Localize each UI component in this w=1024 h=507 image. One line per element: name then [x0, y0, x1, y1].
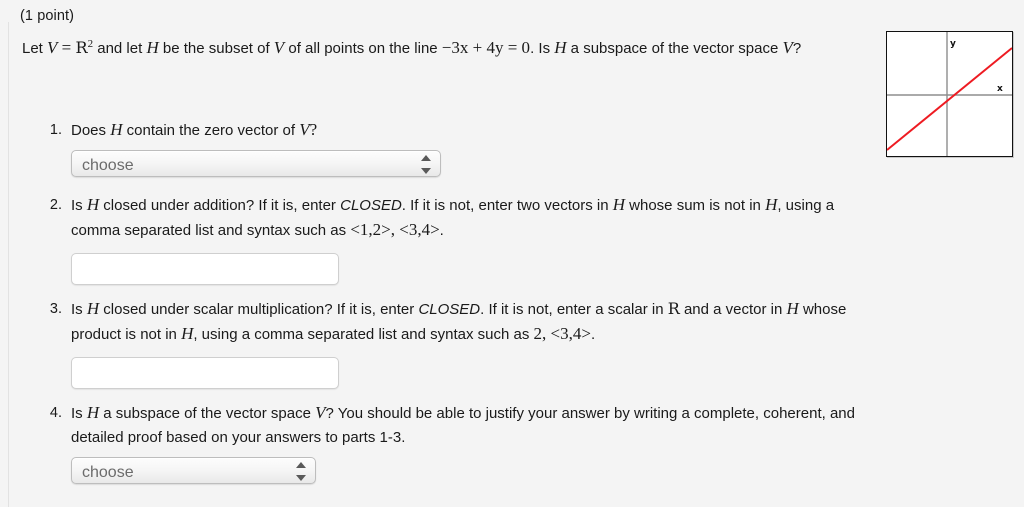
question-2-text-b: closed under addition? If it is, enter [99, 197, 341, 214]
question-3-text-g: . [590, 326, 596, 343]
line-graph-svg: y x [887, 32, 1012, 156]
question-3-body: Is H closed under scalar multiplication?… [71, 297, 870, 389]
question-2-number: 2. [49, 197, 62, 213]
question-3-var-h2: H [786, 299, 799, 318]
question-4-body: Is H a subspace of the vector space V? Y… [71, 401, 870, 484]
question-3-text-d: and a vector in [679, 301, 787, 318]
question-2-var-h3: H [765, 195, 778, 214]
graph-background [887, 32, 1012, 156]
stem-text-1: Let [22, 40, 48, 57]
question-2-text-a: Is [71, 197, 87, 214]
question-3-syntax-example: 2, <3,4> [533, 324, 591, 343]
stem-text-7: a subspace of the vector space [566, 40, 783, 57]
question-1-var-h: H [110, 120, 123, 139]
stem-equation: −3x + 4y = 0 [441, 38, 531, 57]
question-1: 1. Does H contain the zero vector of V? … [40, 118, 870, 177]
question-2-text-f: . [439, 222, 444, 239]
question-2-var-h1: H [86, 195, 100, 214]
problem-page: (1 point) Let V = R2 and let H be the su… [0, 0, 1024, 507]
stem-text-4: be the subset of [158, 40, 274, 57]
question-2-syntax-example: <1,2>, <3,4> [350, 220, 440, 239]
stem-var-v1: V [47, 38, 58, 57]
question-1-text-a: Does [71, 122, 111, 139]
stem-real-set: R [75, 38, 88, 57]
stem-var-h1: H [146, 38, 159, 57]
question-2: 2. Is H closed under addition? If it is,… [40, 193, 870, 285]
question-4-select[interactable]: choose [71, 457, 316, 484]
problem-statement: Let V = R2 and let H be the subset of V … [22, 32, 822, 61]
question-3-real-set: R [667, 299, 680, 318]
question-4-text-b: a subspace of the vector space [99, 405, 316, 422]
question-2-text-c: . If it is not, enter two vectors in [401, 197, 613, 214]
question-4-number: 4. [49, 405, 62, 421]
stem-var-h2: H [554, 38, 567, 57]
question-2-answer-input[interactable] [71, 253, 339, 285]
question-1-select[interactable]: choose [71, 150, 441, 177]
question-1-text-c: ? [309, 120, 318, 139]
question-3-text-f: , using a comma separated list and synta… [193, 326, 534, 343]
stepper-arrows-icon [421, 155, 432, 174]
question-3-text-b: closed under scalar multiplication? If i… [99, 301, 419, 318]
question-3-answer-input[interactable] [71, 357, 339, 389]
stem-var-v3: V [782, 38, 793, 57]
question-1-body: Does H contain the zero vector of V? cho… [71, 118, 870, 177]
x-axis-label: x [997, 84, 1003, 94]
stem-text-8: ? [792, 40, 802, 57]
question-3-emphasis: CLOSED [418, 301, 481, 318]
line-graph-figure: y x [886, 31, 1013, 157]
question-3-text-a: Is [71, 301, 87, 318]
stem-text-2: = [57, 38, 76, 57]
question-1-select-value: choose [82, 157, 134, 174]
question-4: 4. Is H a subspace of the vector space V… [40, 401, 870, 484]
question-2-emphasis: CLOSED [340, 197, 402, 214]
question-1-number: 1. [49, 122, 62, 138]
stem-text-6: . Is [530, 40, 555, 57]
question-2-text-d: whose sum is not in [625, 197, 766, 214]
stem-var-v2: V [273, 38, 285, 57]
question-3-var-h3: H [181, 324, 194, 343]
question-3-var-h1: H [86, 299, 100, 318]
question-4-select-value: choose [82, 464, 134, 481]
content-left-rule [8, 22, 9, 507]
stem-text-3: and let [93, 40, 147, 57]
question-list: 1. Does H contain the zero vector of V? … [40, 118, 870, 484]
question-2-body: Is H closed under addition? If it is, en… [71, 193, 870, 285]
question-3-text-c: . If it is not, enter a scalar in [480, 301, 668, 318]
question-2-var-h2: H [612, 195, 625, 214]
question-1-text-b: contain the zero vector of [122, 122, 300, 139]
question-1-var-v: V [299, 120, 310, 139]
question-4-var-v: V [315, 403, 326, 422]
question-4-text-a: Is [71, 405, 87, 422]
question-4-var-h: H [86, 403, 100, 422]
points-label: (1 point) [20, 8, 75, 24]
question-3-number: 3. [49, 301, 62, 317]
y-axis-label: y [950, 39, 956, 49]
stem-text-5: of all points on the line [284, 40, 442, 57]
stepper-arrows-icon [296, 462, 307, 481]
question-3: 3. Is H closed under scalar multiplicati… [40, 297, 870, 389]
